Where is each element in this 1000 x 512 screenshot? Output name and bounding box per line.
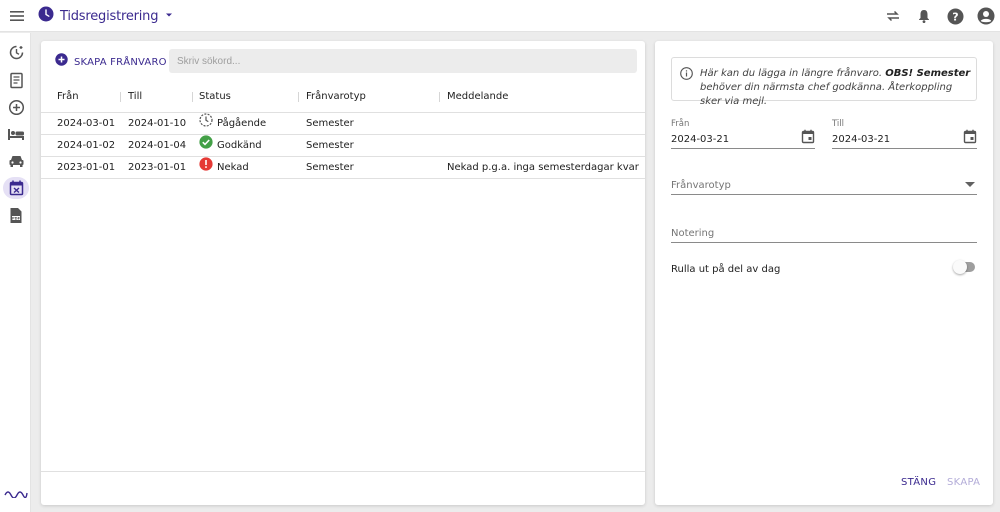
from-date-field[interactable]: [671, 129, 815, 149]
cell-status: Pågående: [199, 112, 267, 136]
from-date-input[interactable]: [671, 130, 791, 149]
column-divider: [120, 92, 121, 102]
note-input[interactable]: [671, 224, 977, 243]
add-circle-icon: [55, 53, 68, 71]
partial-day-row: Rulla ut på del av dag: [671, 259, 977, 275]
info-text: Här kan du lägga in längre frånvaro. OBS…: [700, 68, 971, 107]
to-label: Till: [832, 119, 845, 129]
from-label: Från: [671, 119, 690, 129]
cell-from: 2024-03-01: [57, 118, 116, 129]
bell-icon[interactable]: [914, 6, 934, 26]
absence-list-panel: SKAPA FRÅNVARO Från Till Status Frånvaro…: [41, 41, 645, 505]
column-type[interactable]: Frånvarotyp: [306, 81, 366, 113]
cell-status: Godkänd: [199, 134, 262, 158]
close-button[interactable]: STÄNG: [901, 477, 936, 488]
receipt-icon[interactable]: [3, 69, 29, 91]
account-icon[interactable]: [976, 6, 996, 26]
clock-icon: [38, 6, 54, 27]
column-divider: [298, 92, 299, 102]
cell-message: Nekad p.g.a. inga semesterdagar kvar: [447, 162, 639, 173]
column-message[interactable]: Meddelande: [447, 81, 508, 113]
cell-type: Semester: [306, 140, 354, 151]
absence-type-placeholder: Frånvarotyp: [671, 180, 731, 191]
column-to[interactable]: Till: [128, 81, 142, 113]
column-divider: [192, 92, 193, 102]
column-divider: [439, 92, 440, 102]
cell-status: Nekad: [199, 156, 249, 180]
note-field[interactable]: [671, 223, 977, 243]
cell-from: 2024-01-02: [57, 140, 116, 151]
to-date-input[interactable]: [832, 130, 952, 149]
table-header: Från Till Status Frånvarotyp Meddelande: [41, 81, 645, 113]
swap-icon[interactable]: [883, 6, 903, 26]
time-history-icon[interactable]: [3, 41, 29, 63]
search-input[interactable]: [169, 49, 637, 73]
info-icon: [680, 67, 693, 85]
cell-type: Semester: [306, 118, 354, 129]
partial-day-toggle[interactable]: [953, 260, 975, 274]
calendar-icon[interactable]: [963, 129, 977, 149]
to-date-field[interactable]: [832, 129, 977, 149]
column-from[interactable]: Från: [57, 81, 79, 113]
create-absence-label: SKAPA FRÅNVARO: [74, 56, 167, 68]
car-icon[interactable]: [3, 150, 29, 172]
cell-to: 2023-01-01: [128, 162, 187, 173]
cell-to: 2024-01-04: [128, 140, 187, 151]
app-switcher[interactable]: Tidsregistrering: [38, 6, 174, 26]
add-circle-icon[interactable]: [3, 96, 29, 118]
list-footer-divider: [41, 471, 645, 472]
create-absence-button[interactable]: SKAPA FRÅNVARO: [55, 53, 167, 71]
status-text: Godkänd: [217, 140, 262, 151]
info-bold-text: OBS! Semester: [885, 68, 971, 79]
calendar-x-icon[interactable]: [3, 177, 29, 199]
calendar-icon[interactable]: [801, 129, 815, 149]
table-row[interactable]: 2023-01-01 2023-01-01 Nekad Semester Nek…: [41, 156, 645, 180]
column-status[interactable]: Status: [199, 81, 231, 113]
cell-type: Semester: [306, 162, 354, 173]
arrow-drop-down-icon: [164, 7, 174, 25]
cell-from: 2023-01-01: [57, 162, 116, 173]
status-text: Nekad: [217, 162, 249, 173]
check-circle-icon: [199, 134, 217, 158]
help-icon[interactable]: ?: [945, 6, 965, 26]
error-circle-icon: [199, 156, 217, 180]
status-text: Pågående: [217, 118, 267, 129]
svg-text:?: ?: [952, 10, 958, 23]
pdf-file-icon[interactable]: PDF: [3, 204, 29, 226]
bed-icon[interactable]: [3, 123, 29, 145]
toggle-knob: [953, 260, 967, 274]
cell-to: 2024-01-10: [128, 118, 187, 129]
create-absence-form: Här kan du lägga in längre frånvaro. OBS…: [655, 41, 993, 505]
wave-logo-icon[interactable]: [3, 483, 29, 503]
partial-day-label: Rulla ut på del av dag: [671, 264, 781, 275]
chevron-down-icon: [965, 182, 975, 187]
app-title: Tidsregistrering: [60, 8, 159, 24]
top-app-bar: Tidsregistrering ?: [0, 0, 1000, 32]
table-row[interactable]: 2024-01-02 2024-01-04 Godkänd Semester: [41, 134, 645, 158]
create-button[interactable]: SKAPA: [947, 477, 980, 488]
info-box: Här kan du lägga in längre frånvaro. OBS…: [671, 57, 977, 107]
navigation-rail: PDF: [0, 33, 31, 512]
menu-icon[interactable]: [8, 7, 26, 25]
svg-text:PDF: PDF: [12, 216, 21, 220]
pending-clock-icon: [199, 112, 217, 136]
table-row[interactable]: 2024-03-01 2024-01-10 Pågående Semester: [41, 112, 645, 136]
absence-type-select[interactable]: Frånvarotyp: [671, 175, 977, 195]
